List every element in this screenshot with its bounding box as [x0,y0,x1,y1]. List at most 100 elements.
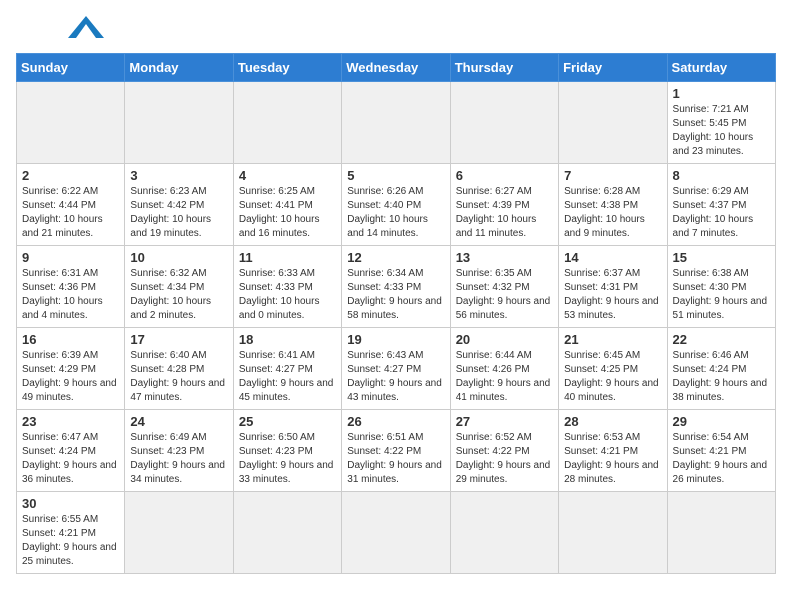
day-info: Sunrise: 6:43 AM Sunset: 4:27 PM Dayligh… [347,349,444,405]
calendar-body: 1 Sunrise: 7:21 AM Sunset: 5:45 PM Daylig… [17,82,776,574]
day-number: 19 [347,332,444,347]
week-row-0: 1 Sunrise: 7:21 AM Sunset: 5:45 PM Daylig… [17,82,776,164]
day-number: 7 [564,168,661,183]
day-number: 16 [22,332,119,347]
day-number: 12 [347,250,444,265]
calendar-cell: 10Sunrise: 6:32 AM Sunset: 4:34 PM Dayli… [125,246,233,328]
day-number: 24 [130,414,227,429]
day-number: 5 [347,168,444,183]
day-info: Sunrise: 6:38 AM Sunset: 4:30 PM Dayligh… [673,267,770,323]
day-info: Sunrise: 6:23 AM Sunset: 4:42 PM Dayligh… [130,185,227,241]
calendar-cell: 12Sunrise: 6:34 AM Sunset: 4:33 PM Dayli… [342,246,450,328]
week-row-3: 16 Sunrise: 6:39 AM Sunset: 4:29 PM Dayli… [17,328,776,410]
day-info: Sunrise: 6:46 AM Sunset: 4:24 PM Dayligh… [673,349,770,405]
day-number: 21 [564,332,661,347]
calendar-cell [233,492,341,574]
calendar-cell: 9Sunrise: 6:31 AM Sunset: 4:36 PM Daylig… [17,246,125,328]
calendar-cell: 5 Sunrise: 6:26 AM Sunset: 4:40 PM Daylig… [342,164,450,246]
calendar-cell [450,82,558,164]
calendar-cell: 4Sunrise: 6:25 AM Sunset: 4:41 PM Daylig… [233,164,341,246]
day-info: Sunrise: 7:21 AM Sunset: 5:45 PM Dayligh… [673,103,770,159]
day-info: Sunrise: 6:54 AM Sunset: 4:21 PM Dayligh… [673,431,770,487]
calendar-cell: 27Sunrise: 6:52 AM Sunset: 4:22 PM Dayli… [450,410,558,492]
calendar-cell [125,82,233,164]
header-day-thursday: Thursday [450,54,558,82]
day-info: Sunrise: 6:39 AM Sunset: 4:29 PM Dayligh… [22,349,119,405]
header-day-monday: Monday [125,54,233,82]
day-number: 18 [239,332,336,347]
page-header [16,16,776,43]
day-info: Sunrise: 6:32 AM Sunset: 4:34 PM Dayligh… [130,267,227,323]
day-number: 29 [673,414,770,429]
calendar-cell: 24 Sunrise: 6:49 AM Sunset: 4:23 PM Dayli… [125,410,233,492]
day-number: 9 [22,250,119,265]
calendar-cell [17,82,125,164]
week-row-4: 23 Sunrise: 6:47 AM Sunset: 4:24 PM Dayli… [17,410,776,492]
week-row-1: 2Sunrise: 6:22 AM Sunset: 4:44 PM Daylig… [17,164,776,246]
calendar-cell: 23 Sunrise: 6:47 AM Sunset: 4:24 PM Dayli… [17,410,125,492]
calendar-cell: 28Sunrise: 6:53 AM Sunset: 4:21 PM Dayli… [559,410,667,492]
calendar-cell [342,82,450,164]
header-day-saturday: Saturday [667,54,775,82]
day-number: 6 [456,168,553,183]
calendar-header: SundayMondayTuesdayWednesdayThursdayFrid… [17,54,776,82]
header-row: SundayMondayTuesdayWednesdayThursdayFrid… [17,54,776,82]
calendar-cell: 16 Sunrise: 6:39 AM Sunset: 4:29 PM Dayli… [17,328,125,410]
day-info: Sunrise: 6:29 AM Sunset: 4:37 PM Dayligh… [673,185,770,241]
calendar-table: SundayMondayTuesdayWednesdayThursdayFrid… [16,53,776,574]
day-info: Sunrise: 6:33 AM Sunset: 4:33 PM Dayligh… [239,267,336,323]
calendar-cell: 3Sunrise: 6:23 AM Sunset: 4:42 PM Daylig… [125,164,233,246]
calendar-cell: 11 Sunrise: 6:33 AM Sunset: 4:33 PM Dayli… [233,246,341,328]
day-info: Sunrise: 6:37 AM Sunset: 4:31 PM Dayligh… [564,267,661,323]
calendar-cell: 22Sunrise: 6:46 AM Sunset: 4:24 PM Dayli… [667,328,775,410]
day-number: 2 [22,168,119,183]
calendar-cell [342,492,450,574]
day-number: 11 [239,250,336,265]
day-info: Sunrise: 6:49 AM Sunset: 4:23 PM Dayligh… [130,431,227,487]
day-info: Sunrise: 6:35 AM Sunset: 4:32 PM Dayligh… [456,267,553,323]
calendar-cell: 14 Sunrise: 6:37 AM Sunset: 4:31 PM Dayli… [559,246,667,328]
day-info: Sunrise: 6:27 AM Sunset: 4:39 PM Dayligh… [456,185,553,241]
day-number: 1 [673,86,770,101]
day-number: 4 [239,168,336,183]
day-number: 8 [673,168,770,183]
header-day-sunday: Sunday [17,54,125,82]
week-row-2: 9Sunrise: 6:31 AM Sunset: 4:36 PM Daylig… [17,246,776,328]
day-info: Sunrise: 6:45 AM Sunset: 4:25 PM Dayligh… [564,349,661,405]
day-number: 26 [347,414,444,429]
calendar-cell: 26Sunrise: 6:51 AM Sunset: 4:22 PM Dayli… [342,410,450,492]
day-number: 25 [239,414,336,429]
day-number: 13 [456,250,553,265]
day-info: Sunrise: 6:55 AM Sunset: 4:21 PM Dayligh… [22,513,119,569]
day-number: 15 [673,250,770,265]
calendar-cell: 2Sunrise: 6:22 AM Sunset: 4:44 PM Daylig… [17,164,125,246]
header-day-tuesday: Tuesday [233,54,341,82]
day-info: Sunrise: 6:26 AM Sunset: 4:40 PM Dayligh… [347,185,444,241]
calendar-cell: 8 Sunrise: 6:29 AM Sunset: 4:37 PM Daylig… [667,164,775,246]
calendar-cell [450,492,558,574]
calendar-cell: 19 Sunrise: 6:43 AM Sunset: 4:27 PM Dayli… [342,328,450,410]
day-info: Sunrise: 6:44 AM Sunset: 4:26 PM Dayligh… [456,349,553,405]
calendar-cell [125,492,233,574]
calendar-cell: 15 Sunrise: 6:38 AM Sunset: 4:30 PM Dayli… [667,246,775,328]
day-info: Sunrise: 6:50 AM Sunset: 4:23 PM Dayligh… [239,431,336,487]
day-info: Sunrise: 6:40 AM Sunset: 4:28 PM Dayligh… [130,349,227,405]
day-info: Sunrise: 6:47 AM Sunset: 4:24 PM Dayligh… [22,431,119,487]
day-info: Sunrise: 6:52 AM Sunset: 4:22 PM Dayligh… [456,431,553,487]
calendar-cell: 29 Sunrise: 6:54 AM Sunset: 4:21 PM Dayli… [667,410,775,492]
day-info: Sunrise: 6:28 AM Sunset: 4:38 PM Dayligh… [564,185,661,241]
day-info: Sunrise: 6:53 AM Sunset: 4:21 PM Dayligh… [564,431,661,487]
calendar-cell: 1 Sunrise: 7:21 AM Sunset: 5:45 PM Daylig… [667,82,775,164]
header-day-wednesday: Wednesday [342,54,450,82]
calendar-cell [667,492,775,574]
day-info: Sunrise: 6:41 AM Sunset: 4:27 PM Dayligh… [239,349,336,405]
calendar-cell: 6 Sunrise: 6:27 AM Sunset: 4:39 PM Daylig… [450,164,558,246]
calendar-cell: 13 Sunrise: 6:35 AM Sunset: 4:32 PM Dayli… [450,246,558,328]
calendar-cell: 17Sunrise: 6:40 AM Sunset: 4:28 PM Dayli… [125,328,233,410]
day-number: 30 [22,496,119,511]
day-number: 23 [22,414,119,429]
day-number: 14 [564,250,661,265]
calendar-cell: 20Sunrise: 6:44 AM Sunset: 4:26 PM Dayli… [450,328,558,410]
week-row-5: 30 Sunrise: 6:55 AM Sunset: 4:21 PM Dayli… [17,492,776,574]
header-day-friday: Friday [559,54,667,82]
